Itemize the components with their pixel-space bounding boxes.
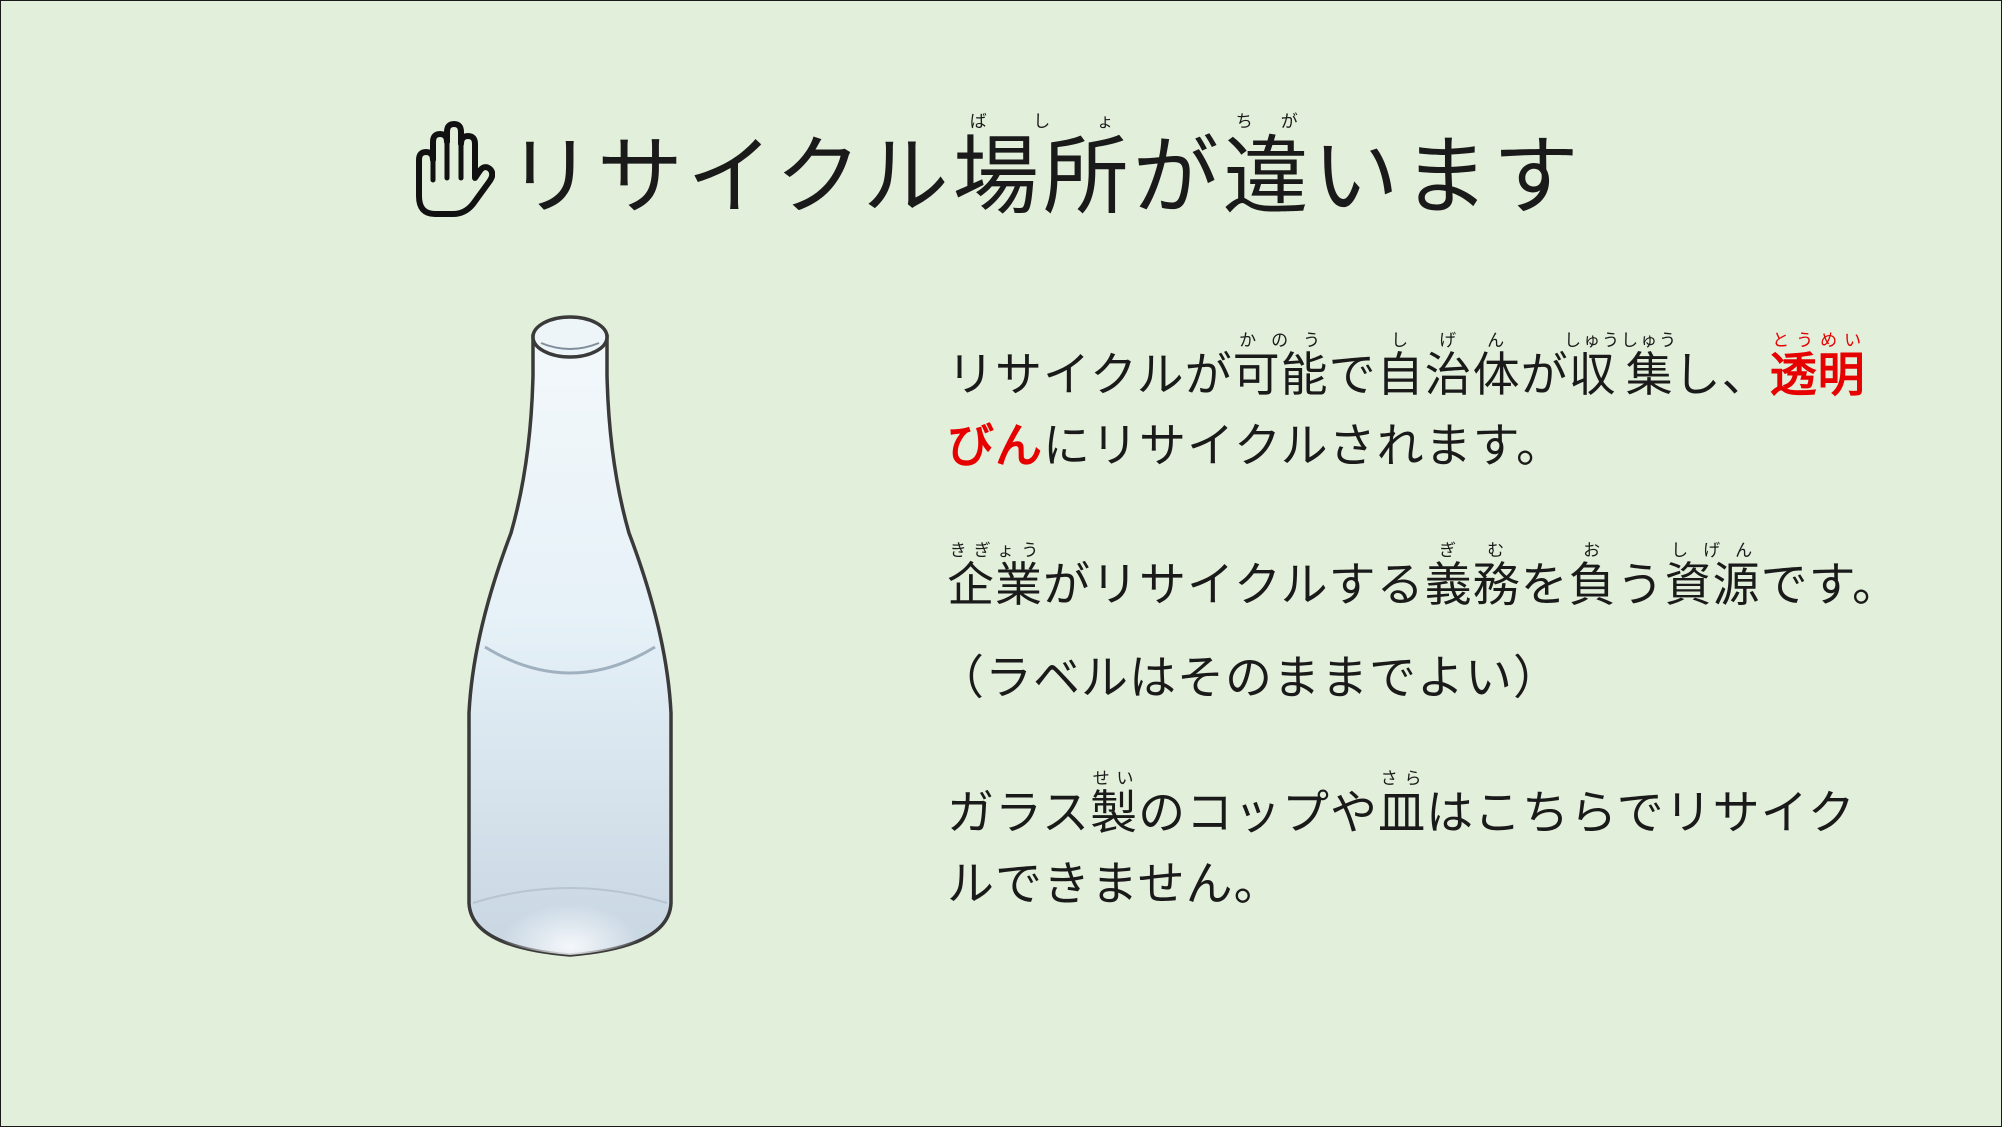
title-row: リサイクル場所ばしょが違ちがいます (409, 112, 1583, 227)
title-ruby-chiga: 違ちが (1222, 111, 1313, 227)
body-line-5: ガラス製せいのコップや皿さらはこちらでリサイク (947, 769, 1856, 841)
title-text-c: います (1312, 126, 1583, 227)
title-ruby-basho: 場所ばしょ (952, 111, 1133, 227)
body-line-1: リサイクルが可能かのうで自治体しげんが収集しゅうしゅうし、透明とうめい (947, 331, 1866, 403)
title-text-a: リサイクル (507, 126, 953, 227)
body-line-6: ルできません。 (947, 857, 1282, 912)
page-title: リサイクル場所ばしょが違ちがいます (507, 106, 1583, 231)
body-line-2: びんにリサイクルされます。 (947, 419, 1564, 474)
title-text-b: が (1132, 126, 1223, 227)
body-line-4: （ラベルはそのままでよい） (937, 651, 1561, 706)
raised-hand-icon (416, 121, 495, 217)
slide: リサイクル場所ばしょが違ちがいます リサイクルが可能かのうで自治体しげんが収集し… (0, 0, 2002, 1127)
accent-toumei: 透明とうめい (1769, 331, 1866, 403)
glass-bottle-icon (467, 315, 673, 957)
body-line-3: 企業きぎょうがリサイクルする義務ぎむを負おう資源しげんです。 (947, 541, 1900, 613)
accent-bin: びん (947, 419, 1043, 474)
